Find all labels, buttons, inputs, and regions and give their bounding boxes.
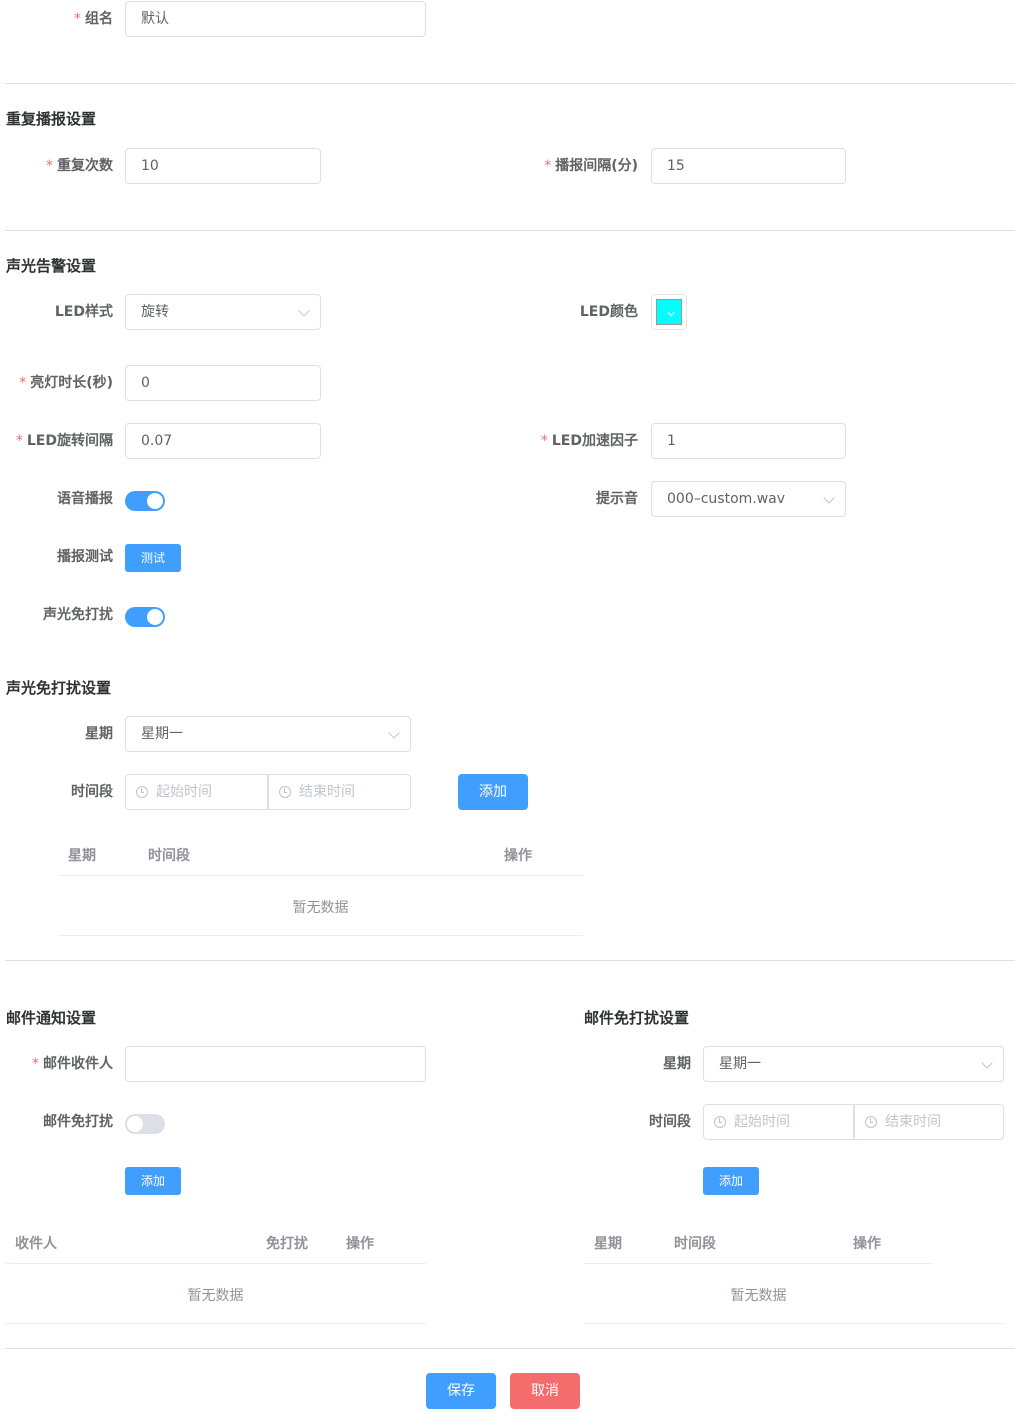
group-name-label: * 组名: [74, 11, 113, 27]
voice-broadcast-label: 语音播报: [57, 491, 113, 507]
sound-label: 提示音: [596, 491, 638, 507]
alarm-dnd-weekday-value: 星期一: [141, 726, 183, 742]
switch-knob: [147, 609, 163, 625]
mail-recipient-label: * 邮件收件人: [32, 1056, 113, 1072]
led-rotate-interval-label: * LED旋转间隔: [15, 433, 113, 449]
mail-dnd-period-label: 时间段: [649, 1114, 691, 1130]
clock-icon: [865, 1116, 877, 1128]
light-duration-input[interactable]: 0: [125, 365, 321, 401]
table-header: 星期: [594, 1236, 622, 1252]
led-style-label: LED样式: [54, 304, 113, 320]
divider: [5, 83, 1015, 84]
table-header-border: [58, 875, 583, 876]
led-style-value: 旋转: [141, 304, 169, 320]
led-accel-input[interactable]: 1: [651, 423, 846, 459]
alarm-dnd-weekday-label: 星期: [85, 726, 113, 742]
table-header: 时间段: [148, 848, 190, 864]
table-header: 收件人: [15, 1236, 57, 1252]
end-time-placeholder: 结束时间: [299, 784, 355, 800]
section-title-alarm: 声光告警设置: [6, 257, 97, 275]
test-button[interactable]: 测试: [125, 544, 181, 572]
led-accel-label: * LED加速因子: [540, 433, 638, 449]
section-title-mail: 邮件通知设置: [6, 1009, 97, 1027]
divider: [5, 960, 1015, 961]
divider: [5, 230, 1015, 231]
switch-knob: [127, 1116, 143, 1132]
mail-dnd-add-button[interactable]: 添加: [703, 1167, 759, 1195]
mail-dnd-label: 邮件免打扰: [43, 1114, 113, 1130]
end-time-placeholder: 结束时间: [885, 1114, 941, 1130]
mail-add-button[interactable]: 添加: [125, 1167, 181, 1195]
led-color-label: LED颜色: [579, 304, 638, 320]
mail-dnd-weekday-value: 星期一: [719, 1056, 761, 1072]
mail-recipient-input[interactable]: [125, 1046, 426, 1082]
table-empty-text: 暂无数据: [187, 1288, 244, 1304]
repeat-count-label: * 重复次数: [46, 158, 113, 174]
repeat-interval-label: * 播报间隔(分): [544, 158, 638, 174]
clock-icon: [136, 786, 148, 798]
section-title-alarm-dnd: 声光免打扰设置: [6, 679, 112, 697]
alarm-dnd-label: 声光免打扰: [43, 607, 113, 623]
section-title-repeat: 重复播报设置: [6, 110, 97, 128]
chevron-down-icon: [981, 1057, 993, 1069]
repeat-count-input[interactable]: 10: [125, 148, 321, 184]
alarm-dnd-add-button[interactable]: 添加: [458, 774, 528, 810]
table-header: 时间段: [674, 1236, 716, 1252]
table-header: 操作: [346, 1236, 374, 1252]
table-header-border: [5, 1263, 426, 1264]
table-empty-text: 暂无数据: [730, 1288, 787, 1304]
table-bottom-border: [584, 1323, 1004, 1324]
mail-dnd-start-time-input[interactable]: 起始时间: [703, 1104, 854, 1140]
mail-dnd-end-time-input[interactable]: 结束时间: [854, 1104, 1004, 1140]
mail-dnd-switch[interactable]: [125, 1114, 165, 1134]
switch-knob: [147, 493, 163, 509]
group-name-input[interactable]: 默认: [125, 1, 426, 37]
mail-dnd-weekday-select[interactable]: 星期一: [703, 1046, 1004, 1082]
alarm-dnd-switch[interactable]: [125, 607, 165, 627]
led-style-select[interactable]: 旋转: [125, 294, 321, 330]
table-header: 星期: [68, 848, 96, 864]
light-duration-label: * 亮灯时长(秒): [19, 375, 113, 391]
alarm-dnd-start-time-input[interactable]: 起始时间: [125, 774, 268, 810]
led-color-picker[interactable]: [651, 294, 687, 330]
cancel-button[interactable]: 取消: [510, 1373, 580, 1409]
alarm-dnd-period-label: 时间段: [71, 784, 113, 800]
led-color-swatch: [656, 299, 682, 325]
divider: [5, 1348, 1015, 1349]
table-header-border: [584, 1263, 933, 1264]
sound-select[interactable]: 000–custom.wav: [651, 481, 846, 517]
chevron-down-icon: [666, 307, 676, 317]
chevron-down-icon: [388, 727, 400, 739]
table-bottom-border: [58, 935, 583, 936]
table-header: 操作: [853, 1236, 881, 1252]
table-bottom-border: [5, 1323, 426, 1324]
alarm-dnd-weekday-select[interactable]: 星期一: [125, 716, 411, 752]
chevron-down-icon: [823, 492, 835, 504]
broadcast-test-label: 播报测试: [57, 549, 113, 565]
section-title-mail-dnd: 邮件免打扰设置: [584, 1009, 690, 1027]
table-empty-text: 暂无数据: [292, 900, 349, 916]
clock-icon: [279, 786, 291, 798]
led-rotate-interval-input[interactable]: 0.07: [125, 423, 321, 459]
mail-dnd-weekday-label: 星期: [663, 1056, 691, 1072]
voice-broadcast-switch[interactable]: [125, 491, 165, 511]
table-header: 操作: [504, 848, 532, 864]
start-time-placeholder: 起始时间: [734, 1114, 790, 1130]
sound-value: 000–custom.wav: [667, 491, 786, 507]
clock-icon: [714, 1116, 726, 1128]
table-header: 免打扰: [266, 1236, 308, 1252]
repeat-interval-input[interactable]: 15: [651, 148, 846, 184]
alarm-dnd-end-time-input[interactable]: 结束时间: [268, 774, 411, 810]
chevron-down-icon: [298, 305, 310, 317]
start-time-placeholder: 起始时间: [156, 784, 212, 800]
save-button[interactable]: 保存: [426, 1373, 496, 1409]
